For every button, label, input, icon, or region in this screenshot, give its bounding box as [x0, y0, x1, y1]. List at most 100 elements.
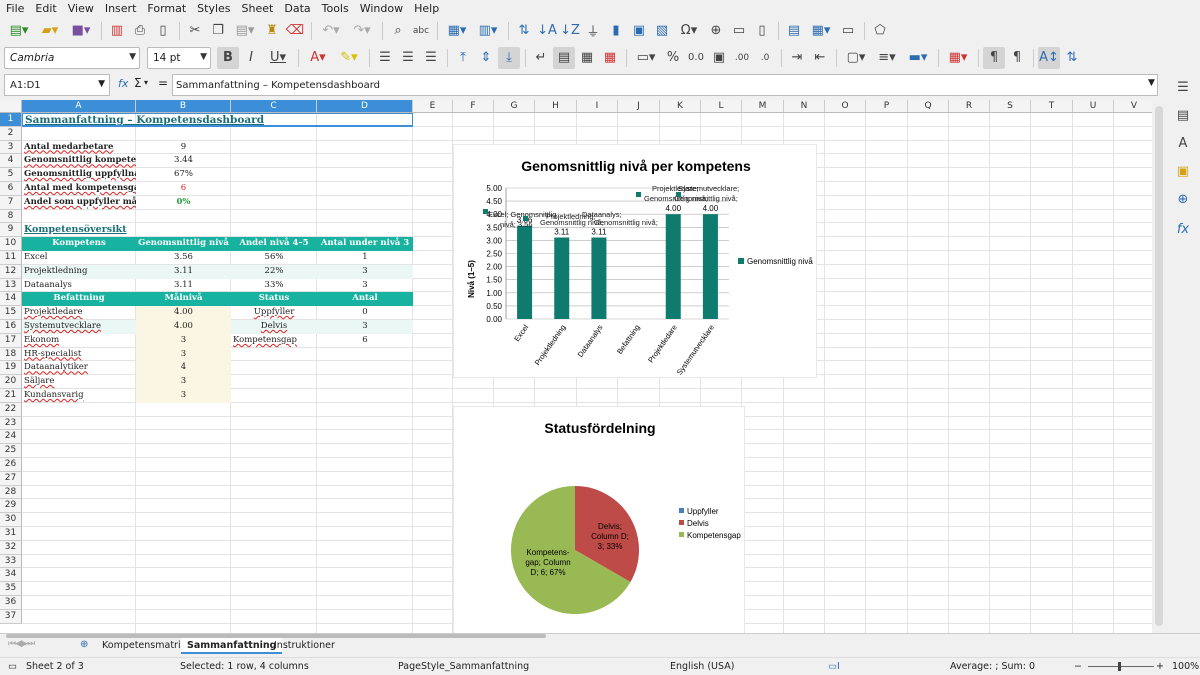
column-header-g[interactable]: G	[494, 100, 535, 113]
wrap-text-icon[interactable]: ↵	[530, 47, 552, 69]
row-header-16[interactable]: 16	[0, 320, 22, 334]
merge-center-icon[interactable]: ▤	[553, 46, 575, 69]
column-header-t[interactable]: T	[1031, 100, 1073, 113]
zoom-out-icon[interactable]: −	[1074, 661, 1082, 672]
functions-icon[interactable]: fx	[1172, 218, 1194, 240]
pie-chart[interactable]: Statusfördelning Delvis; Column D; 3; 33% Ko…	[453, 406, 745, 633]
properties-icon[interactable]: ▤	[1172, 104, 1194, 126]
clone-formatting-icon[interactable]: ♜	[261, 20, 283, 42]
column-header-j[interactable]: J	[618, 100, 660, 113]
copy-icon[interactable]: ❐	[207, 20, 229, 42]
new-document-icon[interactable]: ▤▾	[4, 20, 34, 42]
column-header-e[interactable]: E	[413, 100, 453, 113]
row-header-30[interactable]: 30	[0, 513, 22, 527]
sidebar-menu-icon[interactable]: ☰	[1172, 76, 1194, 98]
increase-indent-icon[interactable]: ⇥	[786, 47, 808, 69]
column-header-p[interactable]: P	[866, 100, 908, 113]
name-box[interactable]: A1:D1 ▼	[4, 74, 110, 96]
vertical-text-sort-icon[interactable]: ⇅	[1061, 47, 1083, 69]
row-header-6[interactable]: 6	[0, 182, 22, 196]
chevron-down-icon[interactable]: ▼	[98, 79, 105, 89]
unmerge-cells-icon[interactable]: ▦	[599, 47, 621, 69]
paste-icon[interactable]: ▤▾	[230, 20, 260, 42]
row-header-9[interactable]: 9	[0, 223, 22, 238]
column-header-b[interactable]: B	[136, 100, 231, 113]
row-header-26[interactable]: 26	[0, 458, 22, 472]
special-character-icon[interactable]: Ω▾	[674, 20, 704, 42]
sort-icon[interactable]: ⇅	[513, 20, 535, 42]
row-header-8[interactable]: 8	[0, 209, 22, 224]
pivot-table-icon[interactable]: ▧	[651, 20, 673, 42]
row-header-10[interactable]: 10	[0, 237, 22, 251]
split-window-icon[interactable]: ▭	[837, 20, 859, 42]
delete-decimal-icon[interactable]: .0	[754, 47, 776, 69]
gallery-icon[interactable]: ▣	[1172, 160, 1194, 182]
select-all-corner[interactable]	[0, 100, 22, 113]
date-format-icon[interactable]: ▣	[708, 47, 730, 69]
clear-formatting-icon[interactable]: ⌫	[284, 20, 306, 42]
row-header-12[interactable]: 12	[0, 264, 22, 279]
menu-item-edit[interactable]: Edit	[35, 2, 56, 15]
menu-item-styles[interactable]: Styles	[197, 2, 230, 15]
menu-item-window[interactable]: Window	[360, 2, 403, 15]
add-sheet-icon[interactable]: ⊕	[80, 639, 88, 650]
row-header-1[interactable]: 1	[0, 113, 22, 127]
chevron-down-icon[interactable]: ▾	[144, 78, 148, 87]
row-header-27[interactable]: 27	[0, 471, 22, 486]
decrease-indent-icon[interactable]: ⇤	[809, 47, 831, 69]
cut-icon[interactable]: ✂	[184, 20, 206, 42]
row-header-35[interactable]: 35	[0, 582, 22, 596]
borders-icon[interactable]: ▢▾	[841, 47, 871, 69]
bold-icon[interactable]: B	[217, 46, 239, 69]
border-style-icon[interactable]: ≡▾	[872, 47, 902, 69]
spreadsheet-grid[interactable]: ABCDEFGHIJKLMNOPQRSTUV 1 2 3 4 5 6 7 8 9 10 11 12 13…	[0, 100, 1152, 633]
column-header-n[interactable]: N	[784, 100, 825, 113]
menu-item-view[interactable]: View	[68, 2, 94, 15]
column-header-i[interactable]: I	[577, 100, 618, 113]
row-header-36[interactable]: 36	[0, 596, 22, 610]
align-top-icon[interactable]: ⤒	[452, 47, 474, 69]
autofilter-icon[interactable]: ⏚	[582, 20, 604, 42]
hyperlink-icon[interactable]: ⊕	[705, 20, 727, 42]
row-header-4[interactable]: 4	[0, 154, 22, 169]
border-color-icon[interactable]: ▬▾	[903, 47, 933, 69]
bar-chart[interactable]: Genomsnittlig nivå per kompetens Nivå (1–…	[453, 144, 817, 378]
row-header-18[interactable]: 18	[0, 347, 22, 362]
define-print-area-icon[interactable]: ▤	[783, 20, 805, 42]
row-header-17[interactable]: 17	[0, 333, 22, 348]
add-decimal-icon[interactable]: .00	[731, 47, 753, 69]
align-right-icon[interactable]: ☰	[420, 47, 442, 69]
sort-ascending-icon[interactable]: ↓A	[536, 20, 558, 42]
formula-input[interactable]: Sammanfattning – Kompetensdashboard	[172, 74, 1158, 96]
currency-icon[interactable]: ▭▾	[631, 47, 661, 69]
save-icon[interactable]: ■▾	[66, 20, 96, 42]
highlight-color-icon[interactable]: ✎▾	[334, 47, 364, 69]
menu-item-file[interactable]: File	[6, 2, 24, 15]
column-header-s[interactable]: S	[990, 100, 1031, 113]
percent-icon[interactable]: %	[662, 47, 684, 69]
column-header-d[interactable]: D	[317, 100, 413, 113]
underline-icon[interactable]: U▾	[263, 47, 293, 69]
function-wizard-icon[interactable]: fx	[118, 77, 128, 90]
sheet-nav-icon[interactable]: ⏮◀▶⏭	[8, 639, 35, 649]
column-header-u[interactable]: U	[1073, 100, 1114, 113]
zoom-slider-thumb[interactable]	[1118, 662, 1121, 671]
row-header-23[interactable]: 23	[0, 416, 22, 431]
column-header-a[interactable]: A	[22, 100, 136, 113]
row-header-33[interactable]: 33	[0, 554, 22, 569]
menu-item-tools[interactable]: Tools	[322, 2, 349, 15]
row-header-14[interactable]: 14	[0, 292, 22, 307]
print-icon[interactable]: ⎙	[129, 20, 151, 42]
find-replace-icon[interactable]: ⌕	[387, 20, 409, 42]
menu-item-help[interactable]: Help	[414, 2, 439, 15]
row-header-21[interactable]: 21	[0, 389, 22, 403]
column-header-m[interactable]: M	[742, 100, 784, 113]
conditional-format-icon[interactable]: ▦▾	[943, 47, 973, 69]
text-direction-rtl-icon[interactable]: ¶	[1006, 47, 1028, 69]
vertical-scrollbar[interactable]	[1152, 100, 1166, 633]
row-header-5[interactable]: 5	[0, 168, 22, 182]
scrollbar-thumb[interactable]	[1155, 106, 1163, 626]
row-header-7[interactable]: 7	[0, 195, 22, 210]
column-header-r[interactable]: R	[949, 100, 990, 113]
column-header-h[interactable]: H	[535, 100, 577, 113]
